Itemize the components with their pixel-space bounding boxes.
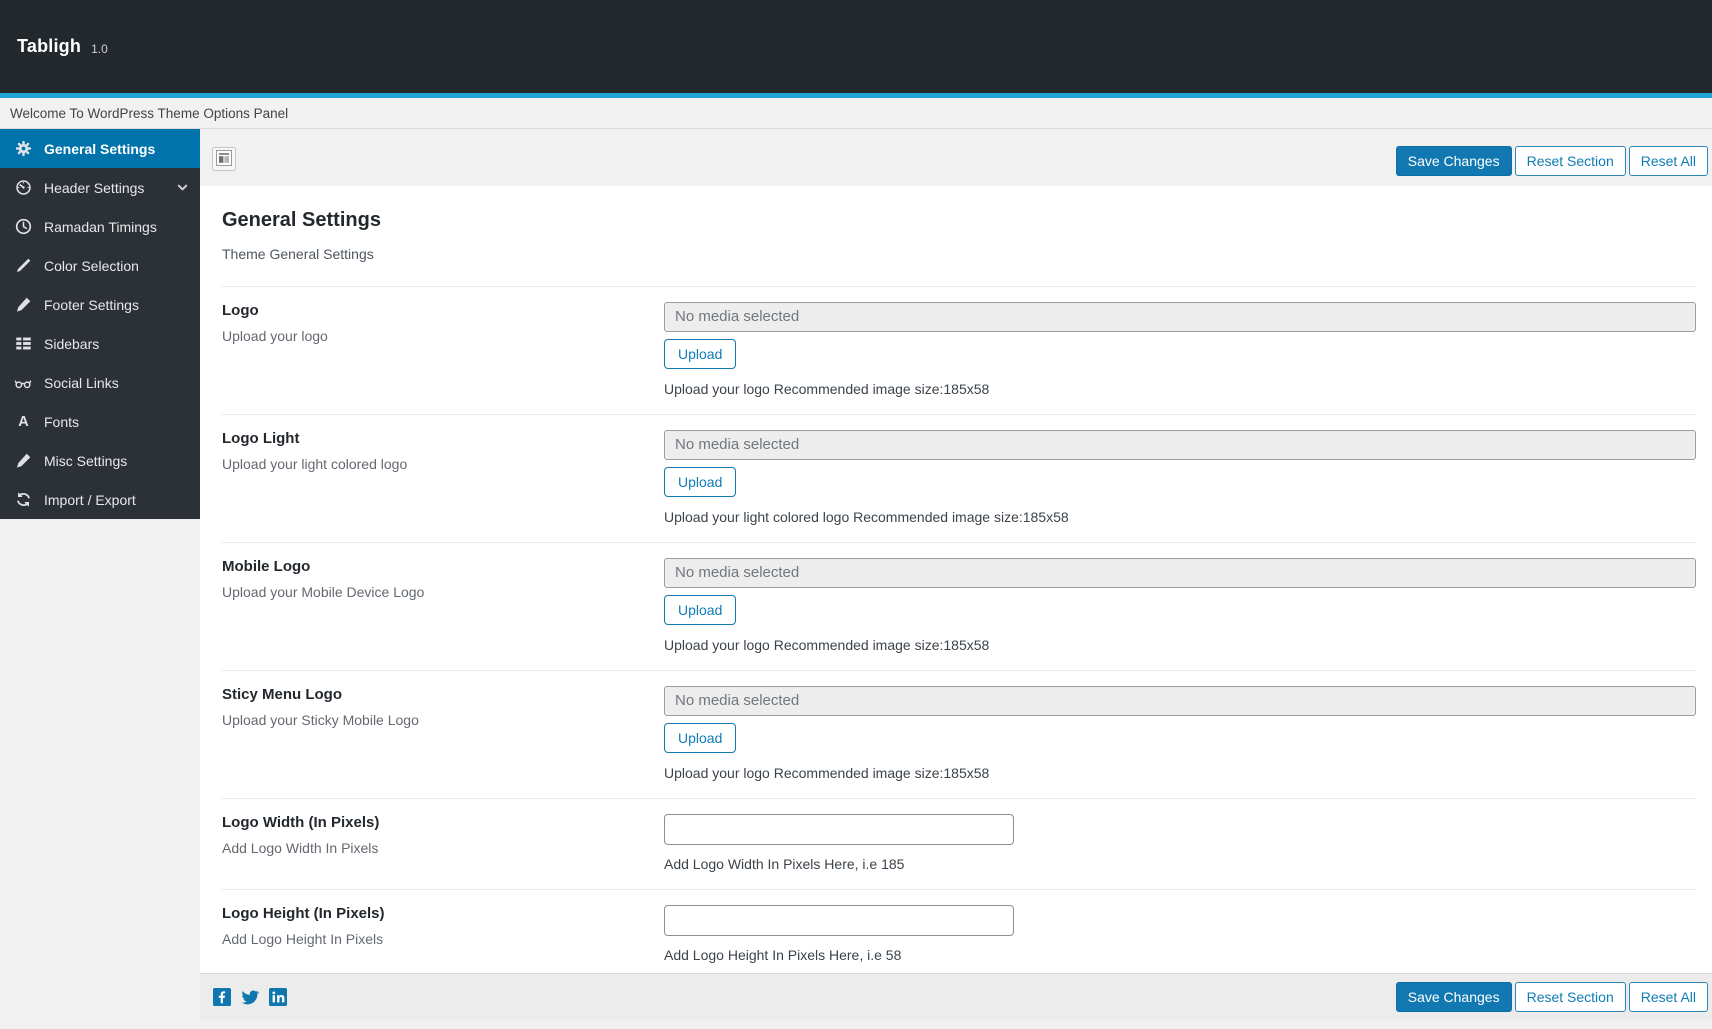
field-description: Add Logo Width In Pixels Here, i.e 185 bbox=[664, 856, 904, 872]
text-input[interactable] bbox=[664, 814, 1014, 845]
media-field: No media selected bbox=[664, 302, 1696, 332]
field-description: Upload your light colored logo Recommend… bbox=[664, 509, 1069, 525]
sidebar-item-label: Sidebars bbox=[44, 336, 99, 352]
dashboard-icon bbox=[13, 179, 33, 196]
sidebar-item-label: Color Selection bbox=[44, 258, 139, 274]
field-description: Upload your logo Recommended image size:… bbox=[664, 637, 989, 653]
upload-button[interactable]: Upload bbox=[664, 467, 736, 497]
page-subtitle: Theme General Settings bbox=[222, 246, 1696, 262]
sidebar-item-header-settings[interactable]: Header Settings bbox=[0, 168, 200, 207]
main-panel: Save Changes Reset Section Reset All Gen… bbox=[200, 129, 1712, 1024]
field-label: Logo Width (In Pixels) bbox=[222, 814, 664, 831]
list-icon bbox=[13, 335, 33, 352]
sidebar-item-label: Ramadan Timings bbox=[44, 219, 157, 235]
app-version: 1.0 bbox=[91, 38, 108, 56]
clock-icon bbox=[13, 218, 33, 235]
field-description: Upload your logo Recommended image size:… bbox=[664, 381, 989, 397]
field-label: Logo Light bbox=[222, 430, 664, 447]
field-sublabel: Upload your logo bbox=[222, 328, 664, 344]
footer-bar: Save Changes Reset Section Reset All bbox=[200, 973, 1712, 1020]
pencil-icon bbox=[13, 452, 33, 469]
field-sublabel: Upload your Sticky Mobile Logo bbox=[222, 712, 664, 728]
layout-icon bbox=[214, 148, 234, 171]
field-sublabel: Upload your Mobile Device Logo bbox=[222, 584, 664, 600]
text-input[interactable] bbox=[664, 905, 1014, 936]
field-label: Mobile Logo bbox=[222, 558, 664, 575]
sidebar-item-label: Social Links bbox=[44, 375, 119, 391]
main-toolbar: Save Changes Reset Section Reset All bbox=[200, 129, 1712, 186]
reset-all-button[interactable]: Reset All bbox=[1629, 982, 1708, 1012]
save-changes-button[interactable]: Save Changes bbox=[1396, 146, 1512, 176]
pencil-icon bbox=[13, 296, 33, 313]
font-icon: A bbox=[13, 413, 33, 430]
settings-rows: Logo Upload your logo No media selected … bbox=[222, 286, 1696, 973]
settings-row: Logo Upload your logo No media selected … bbox=[222, 286, 1696, 414]
save-changes-button[interactable]: Save Changes bbox=[1396, 982, 1512, 1012]
field-label: Logo Height (In Pixels) bbox=[222, 905, 664, 922]
welcome-bar: Welcome To WordPress Theme Options Panel bbox=[0, 98, 1712, 129]
svg-text:A: A bbox=[18, 414, 29, 430]
reset-all-button[interactable]: Reset All bbox=[1629, 146, 1708, 176]
page-title: General Settings bbox=[222, 209, 1696, 232]
theme-options-panel: Tabligh 1.0 Welcome To WordPress Theme O… bbox=[0, 0, 1712, 1029]
field-label: Sticy Menu Logo bbox=[222, 686, 664, 703]
footer-actions: Save Changes Reset Section Reset All bbox=[1396, 982, 1708, 1012]
media-field: No media selected bbox=[664, 558, 1696, 588]
twitter-icon[interactable] bbox=[240, 987, 260, 1007]
welcome-text: Welcome To WordPress Theme Options Panel bbox=[10, 106, 288, 121]
facebook-icon[interactable] bbox=[213, 988, 231, 1006]
sidebar-item-label: Misc Settings bbox=[44, 453, 127, 469]
sidebar-item-sidebars[interactable]: Sidebars bbox=[0, 324, 200, 363]
brush-icon bbox=[13, 257, 33, 274]
toolbar-actions: Save Changes Reset Section Reset All bbox=[1396, 146, 1708, 176]
field-sublabel: Add Logo Width In Pixels bbox=[222, 840, 664, 856]
upload-button[interactable]: Upload bbox=[664, 339, 736, 369]
layout-toggle-button[interactable] bbox=[212, 147, 236, 171]
sidebar-item-misc-settings[interactable]: Misc Settings bbox=[0, 441, 200, 480]
settings-row: Logo Width (In Pixels) Add Logo Width In… bbox=[222, 798, 1696, 889]
app-title: Tabligh bbox=[17, 36, 81, 57]
linkedin-icon[interactable] bbox=[269, 988, 287, 1006]
field-sublabel: Upload your light colored logo bbox=[222, 456, 664, 472]
settings-row: Logo Height (In Pixels) Add Logo Height … bbox=[222, 889, 1696, 973]
sidebar-item-label: Header Settings bbox=[44, 180, 144, 196]
settings-row: Mobile Logo Upload your Mobile Device Lo… bbox=[222, 542, 1696, 670]
sync-icon bbox=[13, 491, 33, 508]
field-description: Upload your logo Recommended image size:… bbox=[664, 765, 989, 781]
media-field: No media selected bbox=[664, 686, 1696, 716]
sidebar-item-label: Import / Export bbox=[44, 492, 136, 508]
field-label: Logo bbox=[222, 302, 664, 319]
field-sublabel: Add Logo Height In Pixels bbox=[222, 931, 664, 947]
settings-content: General Settings Theme General Settings … bbox=[200, 186, 1712, 973]
reset-section-button[interactable]: Reset Section bbox=[1515, 146, 1626, 176]
upload-button[interactable]: Upload bbox=[664, 595, 736, 625]
sidebar-item-fonts[interactable]: A Fonts bbox=[0, 402, 200, 441]
sidebar-menu: General Settings Header Settings Ramadan… bbox=[0, 129, 200, 519]
reset-section-button[interactable]: Reset Section bbox=[1515, 982, 1626, 1012]
chevron-down-icon bbox=[175, 180, 190, 195]
sidebar-item-label: Fonts bbox=[44, 414, 79, 430]
sidebar-item-footer-settings[interactable]: Footer Settings bbox=[0, 285, 200, 324]
sidebar-item-import-export[interactable]: Import / Export bbox=[0, 480, 200, 519]
sidebar-item-label: General Settings bbox=[44, 141, 155, 157]
social-links bbox=[213, 987, 287, 1007]
media-field: No media selected bbox=[664, 430, 1696, 460]
settings-row: Sticy Menu Logo Upload your Sticky Mobil… bbox=[222, 670, 1696, 798]
sidebar-item-label: Footer Settings bbox=[44, 297, 139, 313]
sidebar-item-social-links[interactable]: Social Links bbox=[0, 363, 200, 402]
sidebar-item-color-selection[interactable]: Color Selection bbox=[0, 246, 200, 285]
field-description: Add Logo Height In Pixels Here, i.e 58 bbox=[664, 947, 901, 963]
sidebar-item-general-settings[interactable]: General Settings bbox=[0, 129, 200, 168]
glasses-icon bbox=[13, 374, 33, 392]
top-bar: Tabligh 1.0 bbox=[0, 0, 1712, 98]
upload-button[interactable]: Upload bbox=[664, 723, 736, 753]
sidebar: General Settings Header Settings Ramadan… bbox=[0, 129, 200, 1024]
gear-icon bbox=[13, 140, 33, 157]
sidebar-item-ramadan-timings[interactable]: Ramadan Timings bbox=[0, 207, 200, 246]
settings-row: Logo Light Upload your light colored log… bbox=[222, 414, 1696, 542]
